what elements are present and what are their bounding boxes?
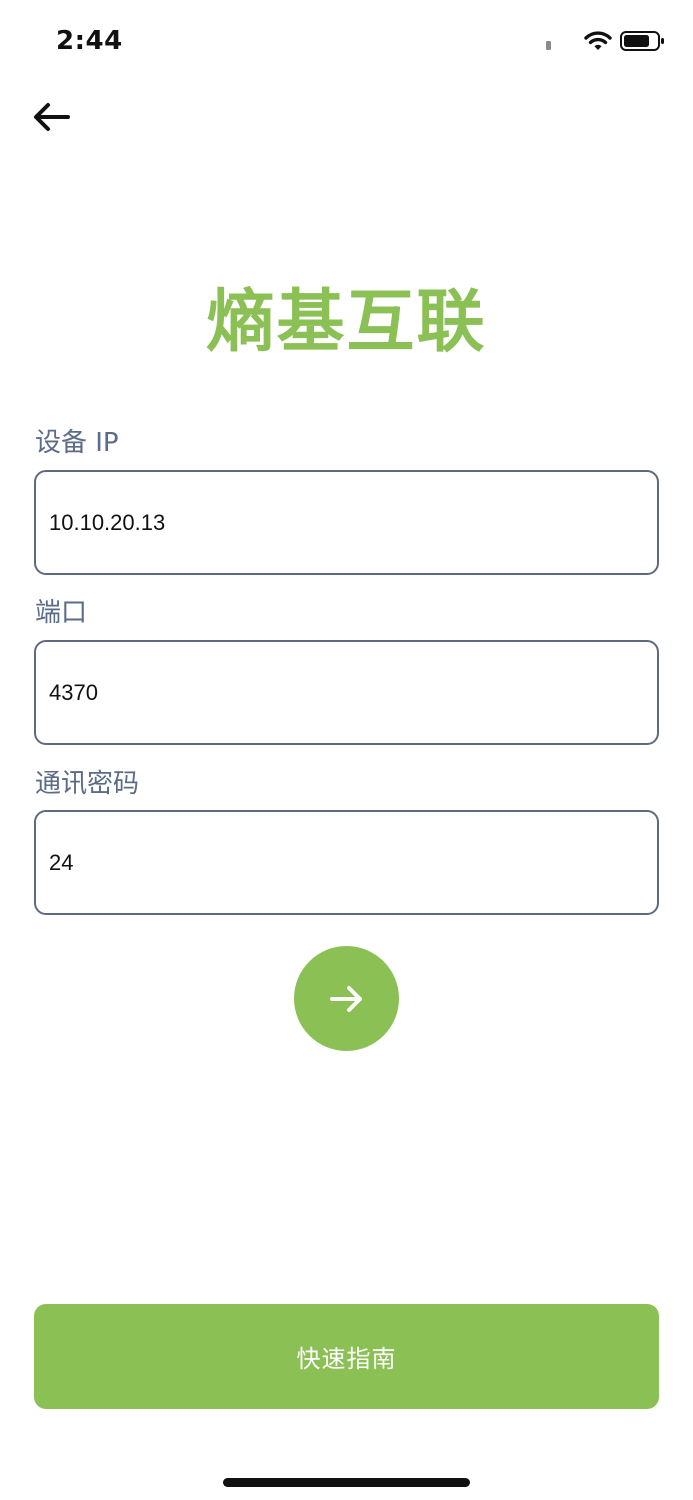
submit-button[interactable] bbox=[294, 946, 399, 1051]
password-input[interactable] bbox=[34, 810, 659, 915]
back-button[interactable] bbox=[28, 96, 74, 138]
page-title: 熵基互联 bbox=[206, 283, 487, 362]
ip-input[interactable] bbox=[34, 470, 659, 575]
arrow-left-icon bbox=[34, 103, 70, 131]
battery-icon bbox=[620, 31, 664, 51]
password-label: 通讯密码 bbox=[35, 769, 140, 799]
status-bar: 2:44 bbox=[0, 0, 693, 80]
home-indicator bbox=[223, 1478, 470, 1487]
port-label: 端口 bbox=[35, 598, 88, 628]
quick-guide-button[interactable]: 快速指南 bbox=[34, 1304, 659, 1409]
port-input[interactable] bbox=[34, 640, 659, 745]
signal-icon bbox=[546, 41, 551, 50]
wifi-icon bbox=[584, 31, 612, 50]
arrow-right-icon bbox=[329, 985, 362, 1012]
ip-label: 设备 IP bbox=[35, 428, 119, 458]
status-time: 2:44 bbox=[56, 26, 123, 56]
